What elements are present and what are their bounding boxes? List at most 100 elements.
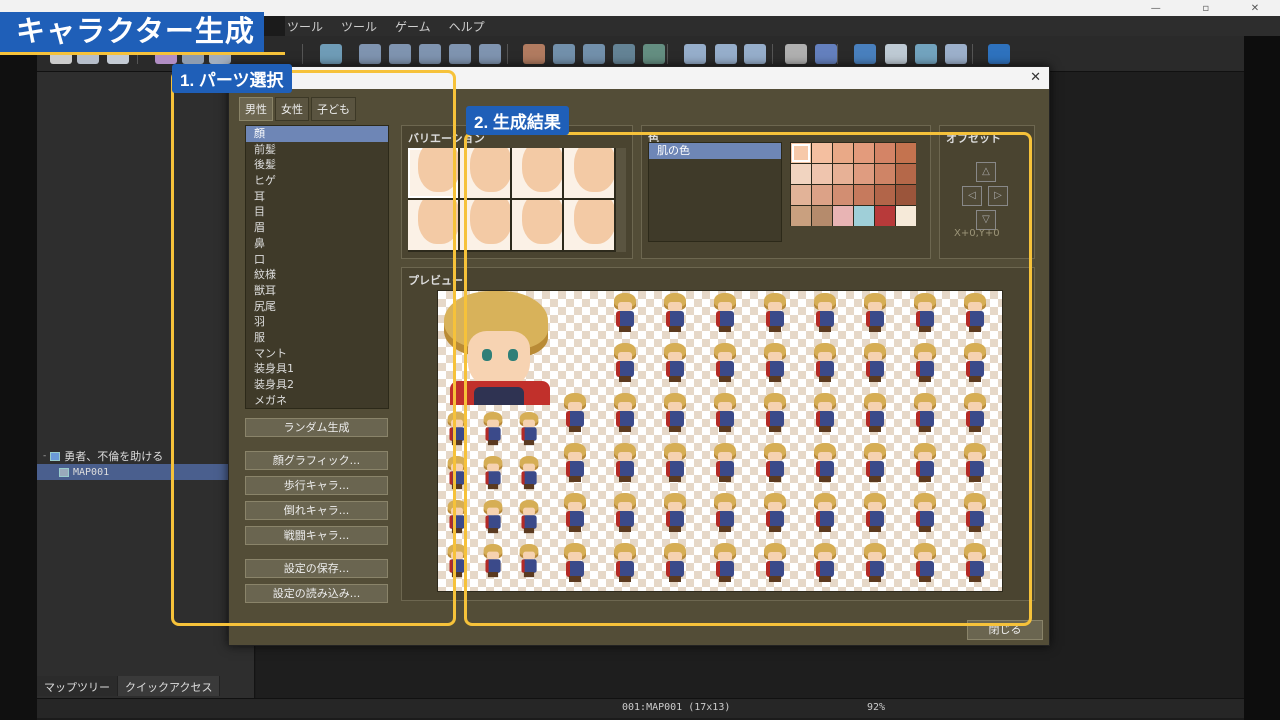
palette-swatch[interactable] [791, 143, 811, 163]
palette-swatch[interactable] [812, 185, 832, 205]
variation-cell[interactable] [408, 148, 458, 198]
palette-swatch[interactable] [854, 206, 874, 226]
palette-swatch[interactable] [896, 185, 916, 205]
plugin-icon[interactable] [815, 44, 837, 64]
rectangle-icon[interactable] [553, 44, 575, 64]
part-item[interactable]: 耳 [246, 189, 388, 205]
color-item-skin[interactable]: 肌の色 [649, 143, 781, 159]
palette-swatch[interactable] [833, 206, 853, 226]
part-item[interactable]: マント [246, 346, 388, 362]
part-item[interactable]: 獣耳 [246, 283, 388, 299]
tab-male[interactable]: 男性 [239, 97, 273, 121]
layer-c-icon[interactable] [419, 44, 441, 64]
close-window-icon[interactable]: ✕ [1251, 3, 1259, 14]
palette-swatch[interactable] [833, 143, 853, 163]
part-item[interactable]: 顔 [246, 126, 388, 142]
face-graphic-button[interactable]: 顔グラフィック... [245, 451, 388, 470]
zoom-actual-icon[interactable] [744, 44, 766, 64]
map-layer-icon[interactable] [320, 44, 342, 64]
minimize-icon[interactable]: — [1151, 3, 1161, 14]
variation-cell[interactable] [564, 148, 614, 198]
character-generator-icon[interactable] [945, 44, 967, 64]
palette-swatch[interactable] [791, 164, 811, 184]
palette-swatch[interactable] [875, 143, 895, 163]
palette-swatch[interactable] [875, 185, 895, 205]
part-item[interactable]: 紋様 [246, 267, 388, 283]
palette-swatch[interactable] [854, 185, 874, 205]
palette-swatch[interactable] [896, 143, 916, 163]
part-item[interactable]: 目 [246, 204, 388, 220]
variation-cell[interactable] [512, 148, 562, 198]
palette-swatch[interactable] [833, 185, 853, 205]
menu-tools-1[interactable]: ツール [287, 18, 323, 35]
layer-a-icon[interactable] [359, 44, 381, 64]
random-generate-button[interactable]: ランダム生成 [245, 418, 388, 437]
fill-icon[interactable] [613, 44, 635, 64]
maximize-icon[interactable]: ▫ [1202, 3, 1209, 14]
part-item[interactable]: 装身具2 [246, 377, 388, 393]
menu-game[interactable]: ゲーム [395, 18, 431, 35]
collapse-icon[interactable]: - [43, 451, 46, 461]
tab-female[interactable]: 女性 [275, 97, 309, 121]
close-button[interactable]: 閉じる [967, 620, 1043, 640]
part-item[interactable]: 尻尾 [246, 299, 388, 315]
load-settings-button[interactable]: 設定の読み込み... [245, 584, 388, 603]
offset-left-icon[interactable]: ◁ [962, 186, 982, 206]
playtest-icon[interactable] [988, 44, 1010, 64]
palette-swatch[interactable] [875, 164, 895, 184]
resource-manager-icon[interactable] [915, 44, 937, 64]
pencil-icon[interactable] [523, 44, 545, 64]
palette-swatch[interactable] [833, 164, 853, 184]
variation-scrollbar[interactable] [616, 148, 626, 252]
sound-icon[interactable] [854, 44, 876, 64]
part-item[interactable]: 眉 [246, 220, 388, 236]
palette-swatch[interactable] [791, 185, 811, 205]
menu-help[interactable]: ヘルプ [449, 18, 485, 35]
palette-swatch[interactable] [812, 164, 832, 184]
variation-cell[interactable] [564, 200, 614, 250]
ellipse-icon[interactable] [583, 44, 605, 64]
offset-right-icon[interactable]: ▷ [988, 186, 1008, 206]
part-item[interactable]: ヒゲ [246, 173, 388, 189]
shadow-pen-icon[interactable] [643, 44, 665, 64]
part-item[interactable]: 鼻 [246, 236, 388, 252]
part-item[interactable]: 前髪 [246, 142, 388, 158]
offset-down-icon[interactable]: ▽ [976, 210, 996, 230]
tab-quick-access[interactable]: クイックアクセス [118, 676, 221, 696]
palette-swatch[interactable] [812, 206, 832, 226]
layer-d-icon[interactable] [449, 44, 471, 64]
battle-character-button[interactable]: 戦闘キャラ... [245, 526, 388, 545]
save-settings-button[interactable]: 設定の保存... [245, 559, 388, 578]
layer-e-icon[interactable] [479, 44, 501, 64]
tree-map-node[interactable]: MAP001 [37, 464, 230, 480]
database-icon[interactable] [785, 44, 807, 64]
part-item[interactable]: 装身具1 [246, 361, 388, 377]
tab-child[interactable]: 子ども [311, 97, 356, 121]
part-item[interactable]: 口 [246, 252, 388, 268]
palette-swatch[interactable] [854, 164, 874, 184]
damaged-character-button[interactable]: 倒れキャラ... [245, 501, 388, 520]
tab-map-tree[interactable]: マップツリー [37, 676, 118, 696]
event-searcher-icon[interactable] [885, 44, 907, 64]
zoom-out-icon[interactable] [715, 44, 737, 64]
offset-up-icon[interactable]: △ [976, 162, 996, 182]
palette-swatch[interactable] [875, 206, 895, 226]
variation-cell[interactable] [460, 148, 510, 198]
menu-tools-2[interactable]: ツール [341, 18, 377, 35]
part-item[interactable]: 服 [246, 330, 388, 346]
layer-b-icon[interactable] [389, 44, 411, 64]
zoom-in-icon[interactable] [684, 44, 706, 64]
variation-cell[interactable] [460, 200, 510, 250]
dialog-close-icon[interactable]: ✕ [1030, 70, 1041, 85]
variation-cell[interactable] [408, 200, 458, 250]
tree-project-node[interactable]: - 勇者、不倫を助ける [37, 448, 230, 464]
part-item[interactable]: 後髪 [246, 157, 388, 173]
walking-character-button[interactable]: 歩行キャラ... [245, 476, 388, 495]
palette-swatch[interactable] [791, 206, 811, 226]
part-item[interactable]: 羽 [246, 314, 388, 330]
variation-cell[interactable] [512, 200, 562, 250]
palette-swatch[interactable] [854, 143, 874, 163]
part-item[interactable]: メガネ [246, 393, 388, 409]
palette-swatch[interactable] [896, 206, 916, 226]
palette-swatch[interactable] [896, 164, 916, 184]
